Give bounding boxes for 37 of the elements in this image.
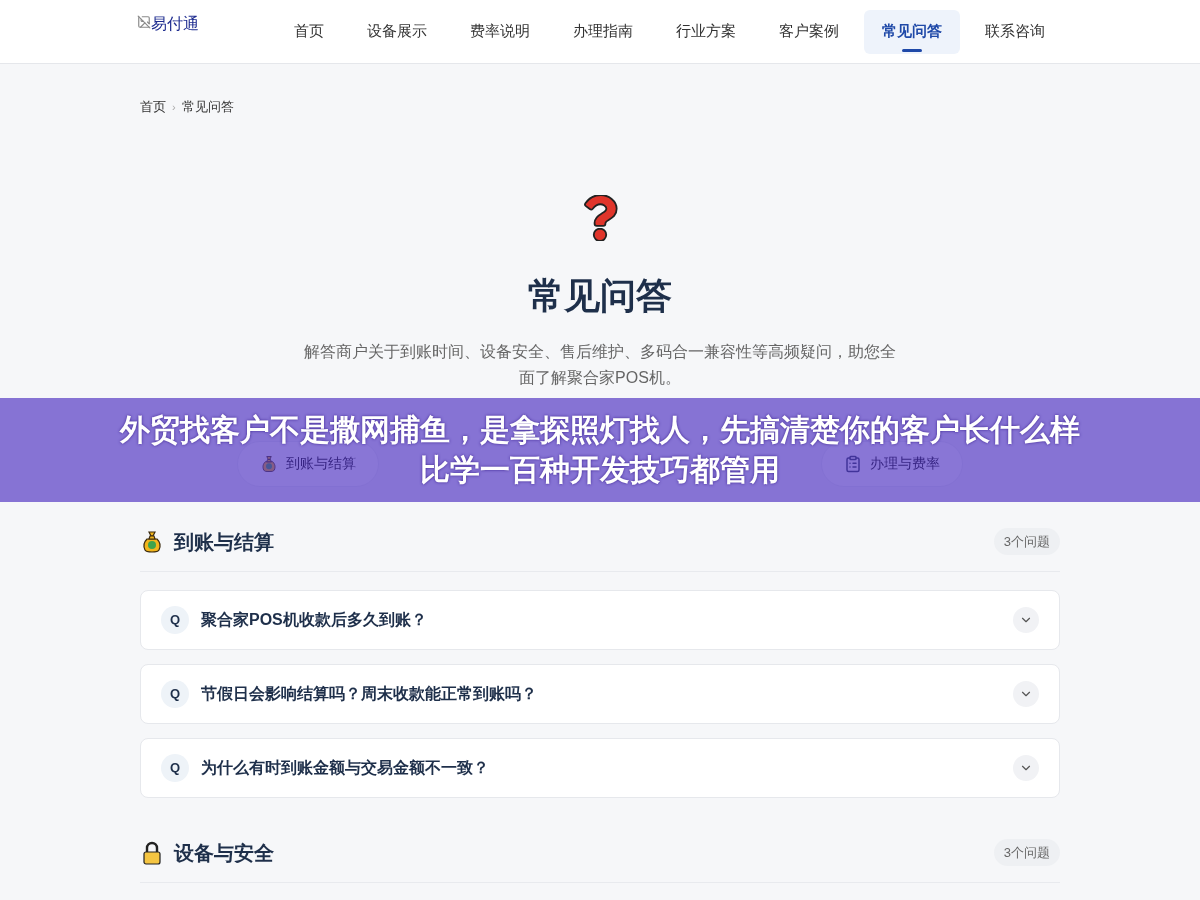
breadcrumb-separator: › (172, 99, 176, 115)
money-bag-icon (260, 454, 278, 473)
section-title: 到账与结算 (174, 529, 274, 555)
breadcrumb-link[interactable]: 常见问答 (181, 97, 234, 117)
q-badge: Q (161, 753, 189, 782)
faq-item[interactable]: Q 节假日会影响结算吗？周末收款能正常到账吗？ (140, 663, 1060, 724)
faq-question: 节假日会影响结算吗？周末收款能正常到账吗？ (201, 683, 538, 704)
clipboard-icon (844, 454, 862, 473)
nav-link[interactable]: 设备展示 (349, 9, 445, 54)
broken-image-icon (137, 14, 151, 29)
money-bag-icon (140, 529, 164, 554)
page-title: 常见问答 (528, 273, 672, 318)
expand-button[interactable] (1013, 606, 1039, 633)
nav-link[interactable]: 费率说明 (452, 9, 548, 54)
logo[interactable]: 易付通 (137, 11, 276, 52)
logo-alt-text: 易付通 (151, 13, 199, 34)
nav-link[interactable]: 客户案例 (761, 9, 857, 54)
q-badge: Q (161, 679, 189, 708)
q-badge: Q (161, 605, 189, 634)
breadcrumb-link[interactable]: 首页 (140, 97, 166, 117)
expand-button[interactable] (1013, 754, 1039, 781)
page-description: 解答商户关于到账时间、设备安全、售后维护、多码合一兼容性等高频疑问，助您全面了解聚合家POS机。 (303, 341, 897, 388)
nav-link[interactable]: 联系咨询 (967, 9, 1063, 54)
nav-link[interactable]: 常见问答 (864, 9, 960, 54)
question-count: 3个问题 (993, 838, 1060, 867)
faq-question: 为什么有时到账金额与交易金额不一致？ (201, 757, 490, 778)
nav-link[interactable]: 办理指南 (555, 9, 651, 54)
nav-link[interactable]: 首页 (276, 9, 342, 54)
padlock-icon (140, 840, 164, 865)
faq-item[interactable]: Q 聚合家POS机收款后多久到账？ (140, 589, 1060, 650)
expand-button[interactable] (1013, 680, 1039, 707)
question-count: 3个问题 (993, 527, 1060, 556)
nav-link[interactable]: 行业方案 (658, 9, 754, 54)
section-title: 设备与安全 (174, 840, 274, 866)
faq-item[interactable]: Q 为什么有时到账金额与交易金额不一致？ (140, 737, 1060, 798)
faq-question: 聚合家POS机收款后多久到账？ (201, 609, 428, 630)
banner-headline: 比学一百种开发技巧都管用 (420, 452, 780, 488)
